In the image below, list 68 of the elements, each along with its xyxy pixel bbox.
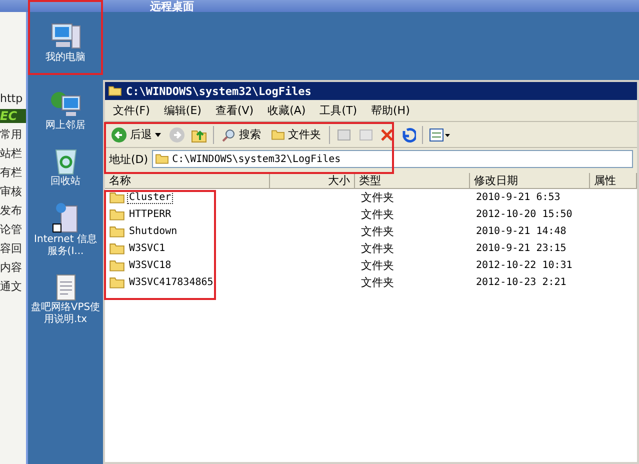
modified-date: 2012-10-20 15:50	[475, 209, 574, 220]
sidebar-link[interactable]: 论管	[0, 222, 22, 237]
modified-date: 2012-10-22 10:31	[475, 260, 574, 271]
folder-icon	[109, 191, 125, 204]
file-name[interactable]: W3SVC417834865	[127, 276, 216, 289]
column-header[interactable]: 类型	[355, 173, 470, 189]
modified-date: 2010-9-21 14:48	[475, 226, 568, 237]
file-name[interactable]: W3SVC1	[127, 242, 168, 255]
address-label: 地址(D)	[109, 152, 148, 166]
search-icon	[222, 128, 236, 142]
column-header[interactable]: 属性	[590, 173, 637, 189]
remote-desktop-title: 远程桌面	[150, 1, 194, 12]
file-type: 文件夹	[360, 207, 395, 222]
column-header[interactable]: 修改日期	[470, 173, 590, 189]
sidebar-link[interactable]: 站栏	[0, 146, 22, 161]
folder-icon	[155, 153, 170, 165]
column-header[interactable]: 大小	[270, 173, 355, 189]
desktop-icon-label[interactable]: 网上邻居	[30, 120, 100, 132]
menu-item[interactable]: 收藏(A)	[268, 103, 306, 118]
file-name[interactable]: Shutdown	[127, 225, 180, 238]
file-name[interactable]: HTTPERR	[127, 208, 174, 221]
folder-icon	[108, 85, 122, 97]
address-field[interactable]: C:\WINDOWS\system32\LogFiles	[152, 150, 633, 168]
folder-icon	[109, 242, 125, 255]
back-button[interactable]: 后退	[109, 126, 163, 142]
file-name[interactable]: Cluster	[127, 191, 174, 204]
desktop-icon-label[interactable]: Internet 信息服务(I...	[30, 234, 100, 258]
menu-item[interactable]: 工具(T)	[320, 103, 357, 118]
folder-icon	[271, 128, 285, 140]
file-type: 文件夹	[360, 241, 395, 256]
sidebar-link[interactable]: 内容	[0, 260, 22, 275]
menu-item[interactable]: 查看(V)	[215, 103, 254, 118]
file-name[interactable]: W3SVC18	[127, 259, 174, 272]
menu-item[interactable]: 文件(F)	[113, 103, 150, 118]
server-icon	[50, 202, 80, 234]
desktop-icon-label[interactable]: 盘吧网络VPS使用说明.tx	[30, 302, 100, 326]
folder-icon	[109, 208, 125, 221]
modified-date: 2010-9-21 6:53	[475, 192, 562, 203]
file-type: 文件夹	[360, 275, 395, 290]
sidebar-link[interactable]: 有栏	[0, 165, 22, 180]
url-fragment: http	[0, 92, 23, 105]
column-header[interactable]: 名称	[105, 173, 270, 189]
folder-icon	[109, 225, 125, 238]
logo-fragment: EC	[0, 109, 26, 123]
folder-icon	[109, 276, 125, 289]
search-button[interactable]: 搜索	[220, 127, 263, 142]
folder-icon	[109, 259, 125, 272]
menu-item[interactable]: 编辑(E)	[164, 103, 202, 118]
modified-date: 2012-10-23 2:21	[475, 277, 568, 288]
caret-icon	[155, 132, 161, 136]
file-type: 文件夹	[360, 224, 395, 239]
menu-item[interactable]: 帮助(H)	[371, 103, 410, 118]
window-title: C:\WINDOWS\system32\LogFiles	[126, 84, 312, 98]
sidebar-link[interactable]: 容回	[0, 241, 22, 256]
file-type: 文件夹	[360, 190, 395, 205]
desktop-icon-label[interactable]: 我的电脑	[30, 52, 100, 64]
file-type: 文件夹	[360, 258, 395, 273]
sidebar-link[interactable]: 审核	[0, 184, 22, 199]
sidebar-link[interactable]: 发布	[0, 203, 22, 218]
undo-icon[interactable]	[400, 126, 416, 142]
folders-button[interactable]: 文件夹	[269, 127, 323, 142]
delete-icon[interactable]	[380, 128, 394, 142]
desktop-icon-label[interactable]: 回收站	[30, 176, 100, 188]
views-icon[interactable]	[429, 128, 451, 142]
notepad-icon	[54, 272, 76, 302]
sidebar-link[interactable]: 常用	[0, 127, 22, 142]
sidebar-link[interactable]: 通文	[0, 279, 22, 294]
modified-date: 2010-9-21 23:15	[475, 243, 568, 254]
